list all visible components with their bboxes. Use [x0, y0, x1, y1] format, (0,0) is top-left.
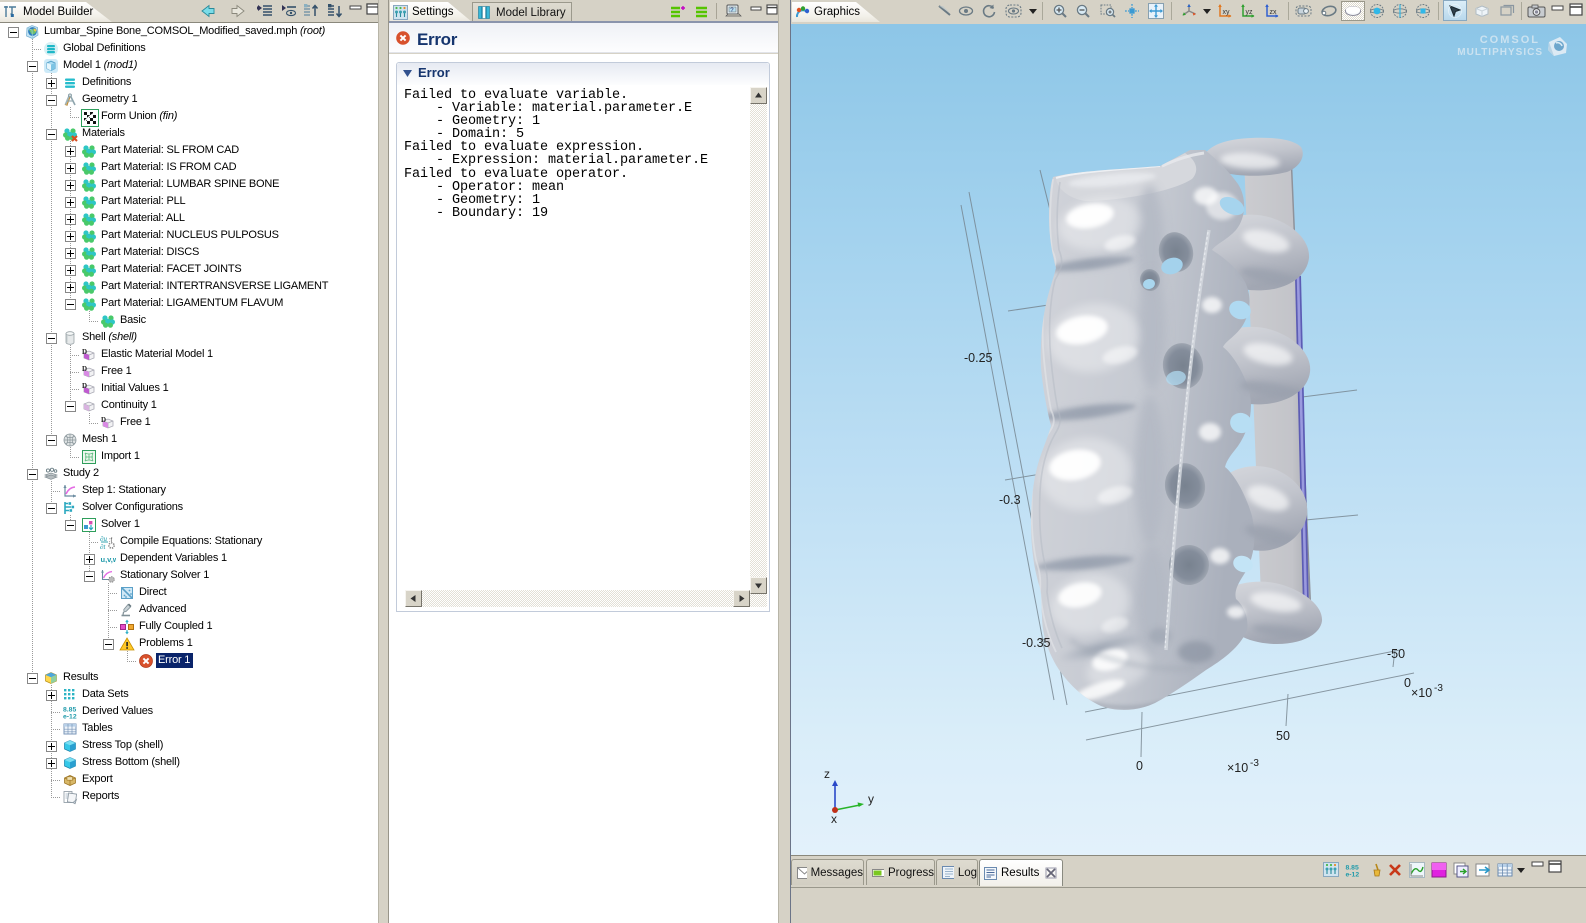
svg-text:D: D [82, 348, 87, 356]
svg-text:y: y [868, 792, 874, 806]
svg-text:-50: -50 [1387, 647, 1405, 661]
svg-text:8.85: 8.85 [63, 707, 76, 714]
svg-text:x: x [831, 812, 837, 826]
svg-text:zx: zx [1270, 9, 1278, 16]
svg-text:D: D [101, 416, 106, 424]
svg-text:-3: -3 [1250, 758, 1259, 769]
svg-text:50: 50 [1276, 729, 1290, 743]
svg-text:xy: xy [1223, 9, 1231, 16]
svg-text:e-12: e-12 [63, 714, 77, 721]
svg-text:z: z [824, 767, 830, 781]
svg-text:0: 0 [1136, 759, 1143, 773]
svg-text:MULTIPHYSICS: MULTIPHYSICS [1457, 47, 1543, 58]
svg-text:COMSOL: COMSOL [1480, 34, 1540, 46]
svg-text:0: 0 [1404, 676, 1411, 690]
svg-text:∂t: ∂t [100, 543, 106, 550]
svg-text:-3: -3 [1434, 683, 1443, 694]
svg-text:-0.35: -0.35 [1022, 636, 1051, 650]
svg-text::f: :f [109, 537, 113, 544]
svg-text:e-12: e-12 [1346, 872, 1360, 879]
svg-text:-0.3: -0.3 [999, 493, 1021, 507]
svg-text:-0.25: -0.25 [964, 351, 993, 365]
svg-text:D: D [82, 382, 87, 390]
svg-text:×10: ×10 [1411, 686, 1432, 700]
svg-text:u,v,w: u,v,w [101, 555, 117, 564]
svg-text:yz: yz [1246, 9, 1254, 16]
svg-text:8.85: 8.85 [1346, 865, 1359, 872]
svg-text:D: D [82, 365, 87, 373]
svg-text:×10: ×10 [1227, 761, 1248, 775]
